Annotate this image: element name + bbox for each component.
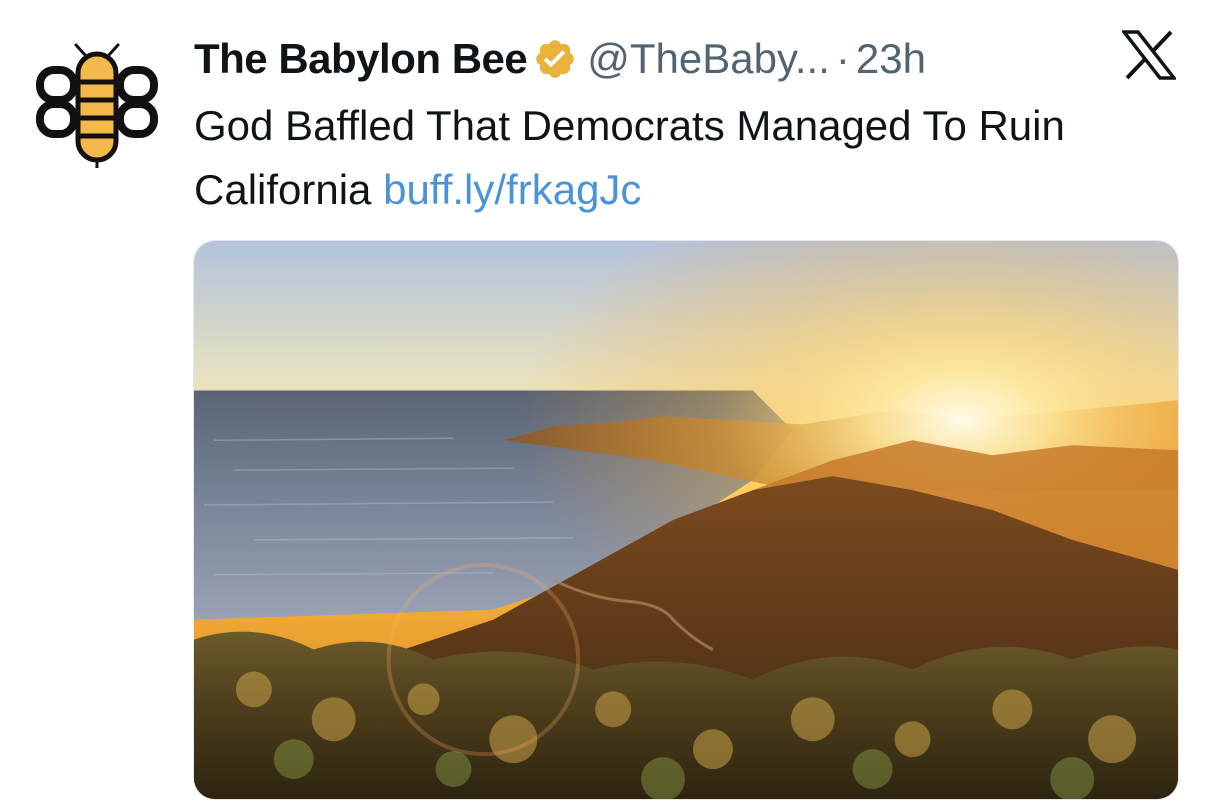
separator-dot: ·	[835, 35, 850, 82]
tweet-header: The Babylon Bee @TheBaby... · 23h	[194, 34, 926, 84]
tweet-text: God Baffled That Democrats Managed To Ru…	[194, 94, 1134, 222]
timestamp[interactable]: 23h	[856, 35, 926, 83]
sunset-photo	[194, 241, 1178, 799]
bee-logo-icon	[36, 43, 158, 168]
avatar[interactable]	[30, 36, 164, 170]
tweet-media-image[interactable]	[193, 240, 1179, 800]
display-name[interactable]: The Babylon Bee	[194, 35, 528, 83]
user-handle[interactable]: @TheBaby...	[587, 35, 830, 83]
verified-badge-icon[interactable]	[533, 37, 577, 81]
x-logo-icon[interactable]	[1122, 30, 1176, 80]
tweet-link[interactable]: buff.ly/frkagJc	[383, 166, 641, 213]
